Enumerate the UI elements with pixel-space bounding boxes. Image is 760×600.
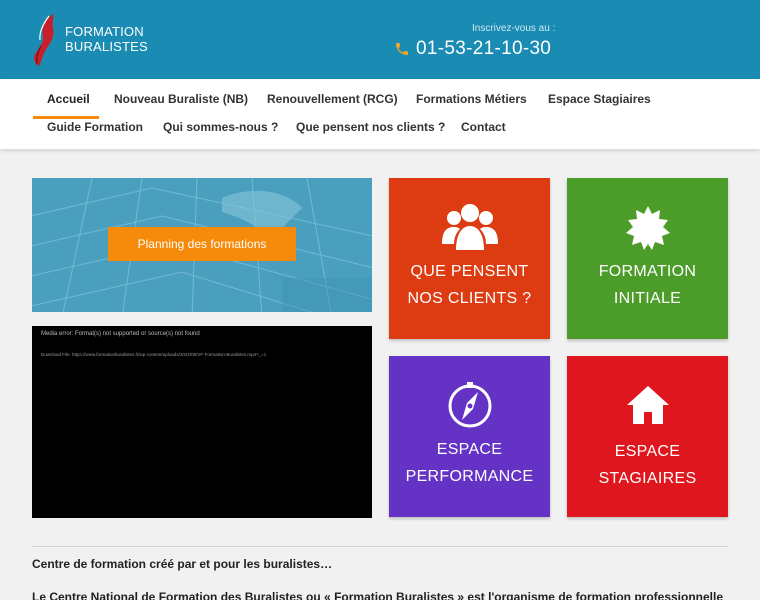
logo-line-2: BURALISTES [65, 39, 148, 54]
logo-line-1: FORMATION [65, 24, 144, 39]
tile-espace-performance[interactable]: ESPACE PERFORMANCE [389, 356, 550, 517]
phone-icon [396, 43, 408, 55]
tile-label-line2: PERFORMANCE [405, 468, 534, 485]
main-nav [0, 79, 760, 149]
users-icon [389, 200, 550, 252]
tile-label: ESPACE PERFORMANCE [389, 436, 550, 490]
video-player[interactable]: Media error: Format(s) not supported or … [32, 326, 372, 518]
nav-item-renouvellement[interactable]: Renouvellement (RCG) [267, 92, 398, 106]
phone-number[interactable]: 01-53-21-10-30 [416, 38, 551, 60]
video-error-message: Media error: Format(s) not supported or … [41, 331, 200, 337]
nav-item-guide-formation[interactable]: Guide Formation [47, 120, 143, 134]
tile-label-line2: NOS CLIENTS ? [407, 290, 532, 307]
nav-item-nouveau-buraliste[interactable]: Nouveau Buraliste (NB) [114, 92, 248, 106]
nav-item-qui-sommes-nous[interactable]: Qui sommes-nous ? [163, 120, 278, 134]
tile-label-line1: ESPACE [614, 443, 681, 460]
planning-button[interactable]: Planning des formations [108, 227, 296, 261]
phone-contact[interactable]: 01-53-21-10-30 [394, 37, 551, 61]
home-icon [567, 386, 728, 424]
tile-formation-initiale[interactable]: FORMATION INITIALE [567, 178, 728, 339]
intro-title: Centre de formation créé par et pour les… [32, 557, 333, 571]
active-nav-underline [33, 116, 99, 119]
logo-text: FORMATION BURALISTES [65, 24, 148, 54]
planning-banner: Planning des formations [32, 178, 372, 312]
intro-text: Le Centre National de Formation des Bura… [32, 590, 724, 600]
content-divider [32, 546, 728, 547]
tile-label: FORMATION INITIALE [567, 258, 728, 312]
badge-icon [567, 206, 728, 250]
nav-item-contact[interactable]: Contact [461, 120, 506, 134]
site-logo[interactable]: FORMATION BURALISTES [31, 12, 148, 68]
tile-label-line2: INITIALE [613, 290, 682, 307]
tile-label-line1: FORMATION [598, 263, 697, 280]
logo-mark-icon [34, 14, 54, 66]
tile-label-line2: STAGIAIRES [598, 470, 697, 487]
nav-item-espace-stagiaires[interactable]: Espace Stagiaires [548, 92, 651, 106]
signup-label: Inscrivez-vous au : [472, 23, 556, 34]
tile-label-line1: ESPACE [436, 441, 503, 458]
tile-label-line1: QUE PENSENT [410, 263, 529, 280]
nav-item-formations-metiers[interactable]: Formations Métiers [416, 92, 527, 106]
nav-item-accueil[interactable]: Accueil [47, 92, 90, 106]
tile-label: QUE PENSENT NOS CLIENTS ? [389, 258, 550, 312]
tile-label: ESPACE STAGIAIRES [567, 438, 728, 492]
top-header: FORMATION BURALISTES Inscrivez-vous au :… [0, 0, 760, 79]
tile-espace-stagiaires[interactable]: ESPACE STAGIAIRES [567, 356, 728, 517]
nav-item-que-pensent-nos-clients[interactable]: Que pensent nos clients ? [296, 120, 445, 134]
tile-que-pensent-nos-clients[interactable]: QUE PENSENT NOS CLIENTS ? [389, 178, 550, 339]
compass-icon [389, 382, 550, 430]
video-download-link[interactable]: Download File: https://www.formationbura… [41, 352, 266, 357]
